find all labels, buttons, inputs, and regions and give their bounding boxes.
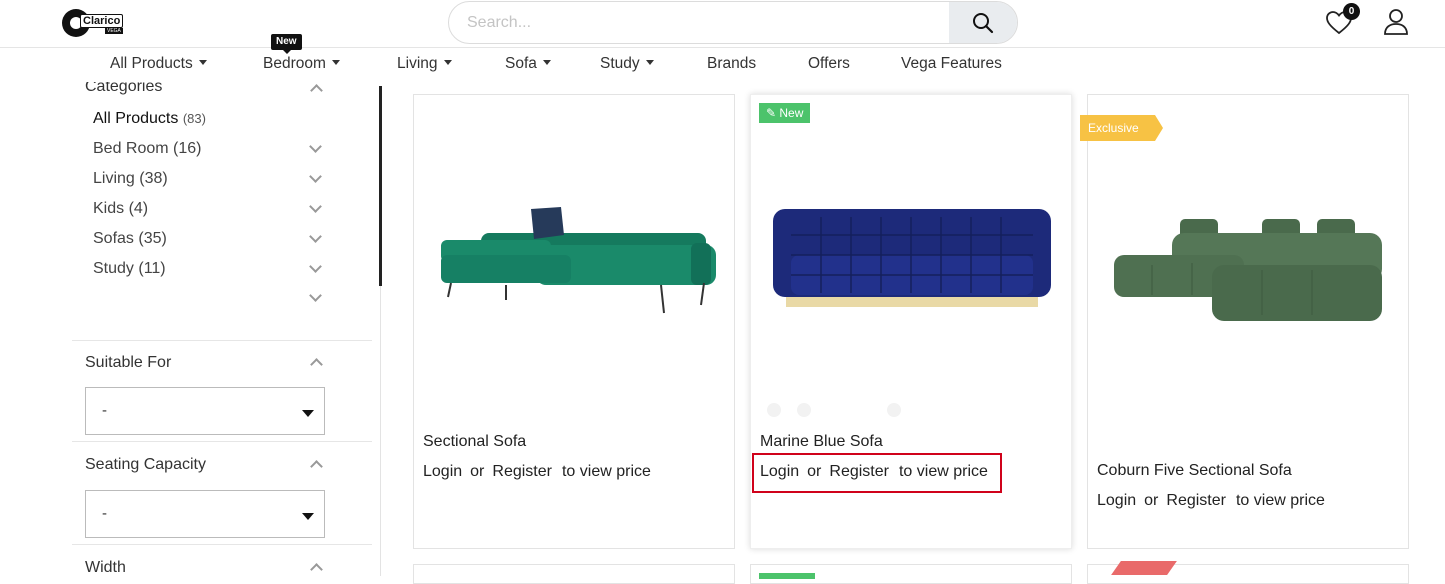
user-icon[interactable]	[1383, 8, 1409, 36]
logo-subtext: VEGA	[105, 28, 123, 34]
category-count: (83)	[182, 111, 206, 126]
category-item-study[interactable]: Study (11)	[93, 260, 166, 278]
nav-label: Bedroom	[263, 55, 326, 72]
search-input[interactable]	[449, 2, 949, 43]
tag-peek	[759, 573, 815, 579]
width-title: Width	[85, 559, 126, 576]
sidebar-scrollbar-thumb[interactable]	[379, 86, 382, 286]
divider	[72, 544, 372, 545]
nav-item-offers[interactable]: Offers	[808, 55, 850, 73]
chevron-down-icon[interactable]	[309, 230, 322, 243]
exclusive-tag: Exclusive	[1080, 115, 1163, 141]
caret-down-icon	[302, 513, 314, 520]
nav-label: Vega Features	[901, 55, 1002, 72]
nav-item-living[interactable]: Living	[397, 55, 452, 73]
sofa-image[interactable]	[771, 205, 1053, 311]
category-item-kids[interactable]: Kids (4)	[93, 200, 148, 218]
nav-item-study[interactable]: Study	[600, 55, 654, 73]
nav-item-all-products[interactable]: All Products	[110, 55, 207, 73]
product-name[interactable]: Sectional Sofa	[423, 433, 526, 451]
sidebar-scrollbar-track	[380, 286, 381, 576]
placeholder-dot	[797, 403, 811, 417]
nav-label: Sofa	[505, 55, 537, 72]
suitable-for-title: Suitable For	[85, 354, 172, 371]
sofa-image[interactable]	[436, 205, 716, 315]
nav-label: Living	[397, 55, 438, 72]
caret-down-icon	[198, 60, 207, 65]
tag-label: New	[779, 106, 804, 120]
nav-item-brands[interactable]: Brands	[707, 55, 756, 73]
tag-icon: ✎	[766, 106, 780, 120]
nav-label: Brands	[707, 55, 757, 72]
nav-item-vega-features[interactable]: Vega Features	[901, 55, 1002, 73]
or-text: or	[470, 463, 485, 480]
price-login-prompt: Login or Register to view price	[1097, 492, 1325, 510]
filter-sidebar: Categories All Products (83) Bed Room (1…	[72, 82, 372, 576]
suitable-for-select[interactable]: -	[85, 387, 325, 435]
price-login-prompt: Login or Register to view price	[423, 463, 651, 481]
seating-capacity-select[interactable]: -	[85, 490, 325, 538]
tag-peek	[1111, 561, 1177, 575]
register-link[interactable]: Register	[1166, 492, 1226, 510]
select-value: -	[102, 402, 107, 419]
category-item-bed-room[interactable]: Bed Room (16)	[93, 140, 202, 158]
chevron-up-icon[interactable]	[310, 358, 323, 371]
logo-text: Clarico	[80, 14, 124, 28]
divider	[72, 340, 372, 341]
category-item-sofas[interactable]: Sofas (35)	[93, 230, 167, 248]
caret-down-icon	[542, 60, 551, 65]
chevron-down-icon[interactable]	[309, 170, 322, 183]
product-card[interactable]: Sectional Sofa Login or Register to view pr…	[413, 94, 735, 549]
wishlist-count-badge: 0	[1343, 3, 1360, 20]
search-bar	[448, 1, 1018, 44]
placeholder-dot	[887, 403, 901, 417]
nav-item-bedroom[interactable]: Bedroom	[263, 55, 340, 73]
main-nav: All Products Bedroom Living Sofa Study B…	[0, 48, 1445, 82]
new-tag: ✎ New	[759, 103, 811, 123]
nav-label: Study	[600, 55, 640, 72]
login-link[interactable]: Login	[423, 463, 462, 481]
search-button[interactable]	[949, 2, 1017, 43]
new-badge: New	[271, 34, 302, 54]
product-name[interactable]: Marine Blue Sofa	[760, 433, 883, 451]
clarico-logo[interactable]: Clarico VEGA	[62, 9, 128, 37]
chevron-down-icon[interactable]	[309, 260, 322, 273]
divider	[72, 441, 372, 442]
nav-label: Offers	[808, 55, 850, 72]
chevron-down-icon[interactable]	[309, 289, 322, 302]
product-card[interactable]	[1087, 561, 1409, 584]
product-card[interactable]	[413, 564, 735, 584]
product-card[interactable]	[750, 564, 1072, 584]
caret-down-icon	[443, 60, 452, 65]
sofa-image[interactable]	[1112, 215, 1384, 325]
seating-capacity-title: Seating Capacity	[85, 456, 206, 473]
categories-title: Categories	[85, 82, 163, 95]
or-text: or	[1144, 492, 1159, 509]
chevron-down-icon[interactable]	[309, 200, 322, 213]
caret-down-icon	[302, 410, 314, 417]
chevron-up-icon[interactable]	[310, 460, 323, 473]
caret-down-icon	[645, 60, 654, 65]
chevron-down-icon[interactable]	[309, 140, 322, 153]
nav-label: All Products	[110, 55, 193, 72]
chevron-up-icon[interactable]	[310, 563, 323, 576]
category-item-all-products[interactable]: All Products (83)	[93, 110, 206, 128]
highlight-box	[752, 453, 1002, 493]
category-item-living[interactable]: Living (38)	[93, 170, 168, 188]
view-price-text: to view price	[561, 463, 651, 480]
product-card[interactable]: Coburn Five Sectional Sofa Login or Regist…	[1087, 94, 1409, 549]
site-header: Clarico VEGA 0	[0, 0, 1445, 48]
placeholder-dot	[767, 403, 781, 417]
category-label: All Products	[93, 110, 179, 127]
login-link[interactable]: Login	[1097, 492, 1136, 510]
search-icon	[973, 12, 994, 33]
nav-item-sofa[interactable]: Sofa	[505, 55, 551, 73]
chevron-up-icon[interactable]	[310, 84, 323, 97]
view-price-text: to view price	[1235, 492, 1325, 509]
select-value: -	[102, 505, 107, 522]
caret-down-icon	[331, 60, 340, 65]
product-name[interactable]: Coburn Five Sectional Sofa	[1097, 462, 1292, 480]
register-link[interactable]: Register	[492, 463, 552, 481]
